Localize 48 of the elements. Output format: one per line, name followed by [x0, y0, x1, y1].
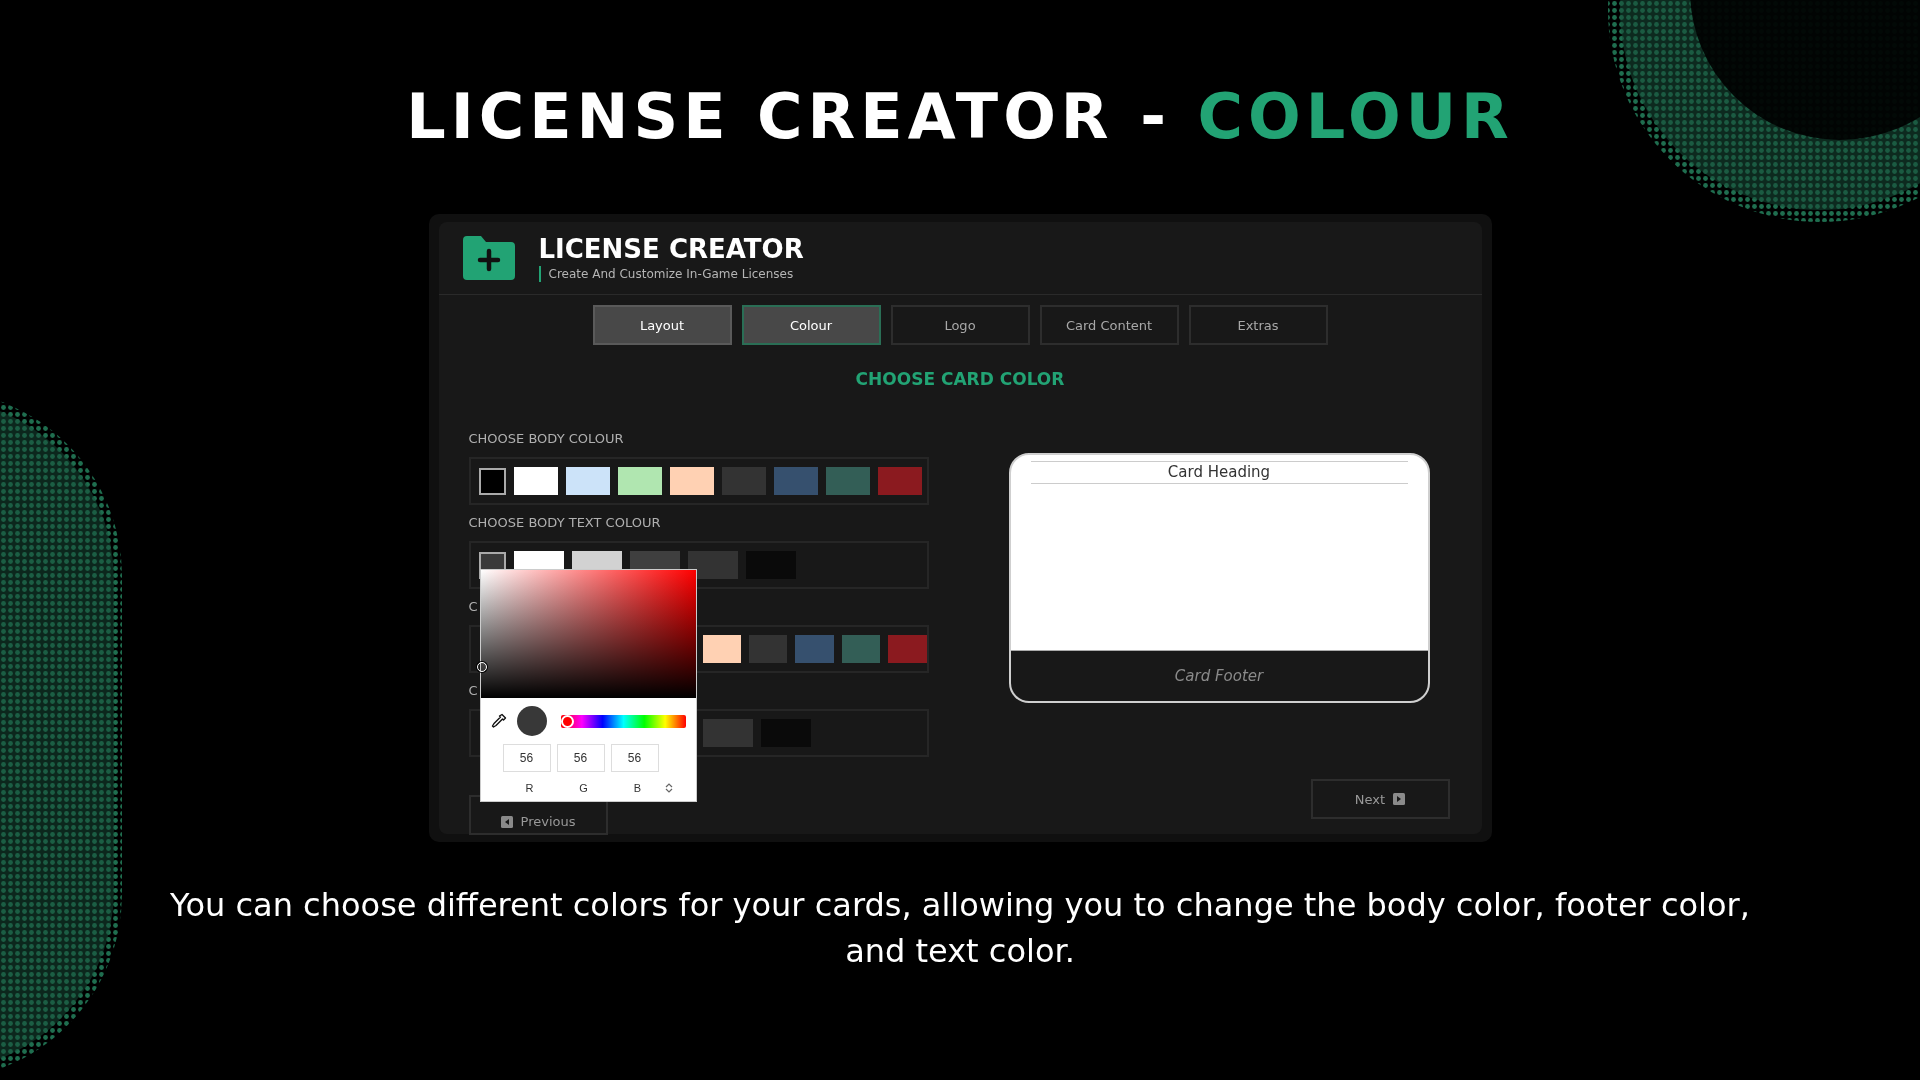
card-heading: Card Heading [1030, 461, 1408, 484]
folder-plus-icon [462, 236, 515, 280]
colour-swatch[interactable] [877, 467, 922, 495]
app-title: LICENSE CREATOR [538, 234, 804, 264]
eyedropper-icon[interactable] [490, 713, 507, 729]
next-icon [1393, 793, 1406, 805]
colour-swatch[interactable] [721, 467, 766, 495]
toggle-icon[interactable] [664, 782, 673, 794]
app-subtitle: Create And Customize In-Game Licenses [538, 266, 804, 282]
step-tab[interactable]: Layout [592, 305, 732, 345]
step-tab[interactable]: Extras [1188, 305, 1328, 345]
channel-input[interactable]: 56 [556, 744, 605, 772]
step-tab[interactable]: Card Content [1039, 305, 1179, 345]
colour-swatch[interactable] [565, 467, 610, 495]
colour-swatch[interactable] [702, 719, 753, 747]
colour-group-label: C [468, 599, 479, 616]
caption-text: You can choose different colors for your cards, allowing you to change the body color, footer color, and text color. [169, 885, 1751, 972]
colour-swatch[interactable] [888, 635, 927, 663]
channel-input[interactable]: 56 [502, 744, 551, 772]
channel-label: G [578, 782, 589, 794]
step-tab[interactable]: Logo [890, 305, 1030, 345]
colour-swatch[interactable] [795, 635, 834, 663]
hue-thumb[interactable] [560, 714, 574, 728]
saturation-area[interactable] [480, 570, 696, 698]
colour-group-label: CHOOSE BODY COLOUR [468, 431, 625, 448]
previous-icon [500, 815, 513, 828]
colour-group-label: CHOOSE BODY TEXT COLOUR [468, 515, 662, 532]
colour-swatch[interactable] [478, 467, 506, 495]
channel-input[interactable]: 56 [610, 744, 659, 772]
colour-swatch[interactable] [841, 635, 881, 663]
page-headline: LICENSE CREATOR - COLOUR [406, 82, 1514, 152]
channel-label: B [632, 782, 643, 794]
next-button[interactable]: Next [1310, 779, 1450, 819]
colour-swatch[interactable] [825, 467, 870, 495]
step-tab[interactable]: Colour [741, 305, 881, 345]
colour-group-label: C [468, 683, 479, 700]
card-footer: Card Footer [1010, 650, 1428, 701]
channel-label: R [524, 782, 535, 794]
colour-swatch[interactable] [513, 467, 558, 495]
colour-swatch[interactable] [702, 635, 741, 663]
colour-swatch[interactable] [687, 551, 738, 579]
colour-swatch[interactable] [617, 467, 662, 495]
colour-preview [516, 706, 547, 736]
hue-slider[interactable] [560, 714, 686, 728]
colour-swatch[interactable] [748, 635, 788, 663]
section-title: CHOOSE CARD COLOR [854, 369, 1066, 389]
colour-swatch[interactable] [773, 467, 818, 495]
colour-swatch[interactable] [669, 467, 714, 495]
